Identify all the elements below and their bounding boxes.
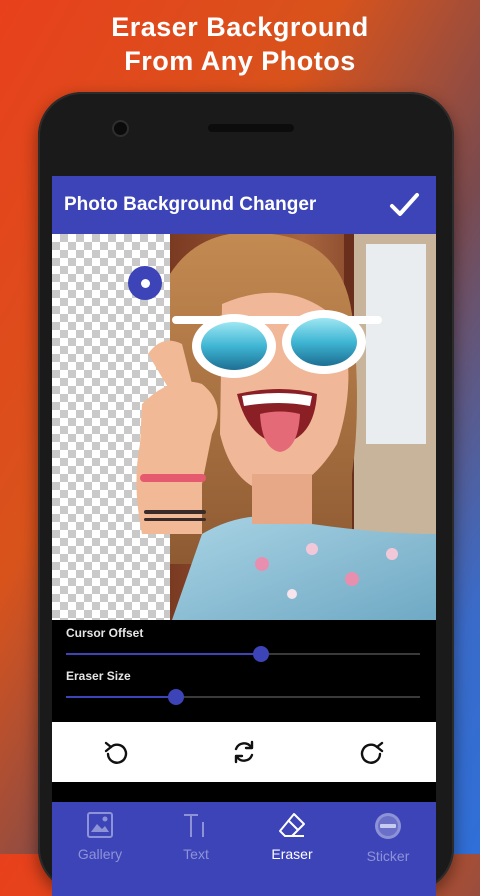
- redo-button[interactable]: [348, 728, 396, 776]
- eraser-size-slider[interactable]: [66, 688, 420, 706]
- phone-frame: Photo Background Changer Cursor Offset E…: [38, 92, 454, 896]
- undo-icon: [104, 741, 128, 764]
- bottom-navigation: Gallery Text Eraser Sticker: [52, 802, 436, 896]
- text-icon: [184, 814, 204, 837]
- reset-button[interactable]: [220, 728, 268, 776]
- nav-text[interactable]: Text: [148, 802, 244, 896]
- undo-button[interactable]: [92, 728, 140, 776]
- nav-text-label: Text: [183, 846, 209, 862]
- promo-line-1: Eraser Background: [111, 12, 369, 42]
- promo-headline: Eraser Background From Any Photos: [0, 10, 480, 78]
- app-bar: Photo Background Changer: [52, 176, 436, 234]
- nav-eraser-label: Eraser: [271, 846, 313, 862]
- front-camera: [114, 122, 127, 135]
- cursor-offset-slider[interactable]: [66, 645, 420, 663]
- refresh-icon: [234, 740, 254, 764]
- app-title: Photo Background Changer: [64, 194, 317, 215]
- app-screen: Photo Background Changer Cursor Offset E…: [52, 176, 436, 896]
- nav-gallery-label: Gallery: [77, 846, 123, 862]
- cursor-offset-label: Cursor Offset: [66, 626, 144, 640]
- gallery-icon: [87, 812, 113, 838]
- action-bar: [52, 722, 436, 782]
- nav-sticker[interactable]: Sticker: [340, 802, 436, 896]
- promo-line-2: From Any Photos: [124, 46, 356, 76]
- nav-sticker-label: Sticker: [366, 848, 410, 864]
- confirm-button[interactable]: [380, 181, 428, 229]
- nav-eraser[interactable]: Eraser: [244, 802, 340, 896]
- eraser-cursor-center: [140, 278, 150, 288]
- eraser-controls: Cursor Offset Eraser Size: [52, 620, 436, 722]
- redo-icon: [360, 741, 384, 764]
- earpiece-speaker: [208, 124, 294, 132]
- slider-fill: [66, 653, 261, 655]
- eraser-icon: [279, 813, 305, 837]
- subject-photo: [136, 234, 436, 620]
- nav-gallery[interactable]: Gallery: [52, 802, 148, 896]
- sticker-icon: [375, 813, 401, 839]
- slider-thumb[interactable]: [167, 689, 184, 705]
- checkmark-icon: [390, 193, 419, 216]
- photo-canvas[interactable]: [52, 234, 436, 620]
- slider-thumb[interactable]: [252, 646, 269, 662]
- eraser-size-label: Eraser Size: [66, 669, 131, 683]
- slider-fill: [66, 696, 176, 698]
- eraser-cursor[interactable]: [128, 266, 162, 300]
